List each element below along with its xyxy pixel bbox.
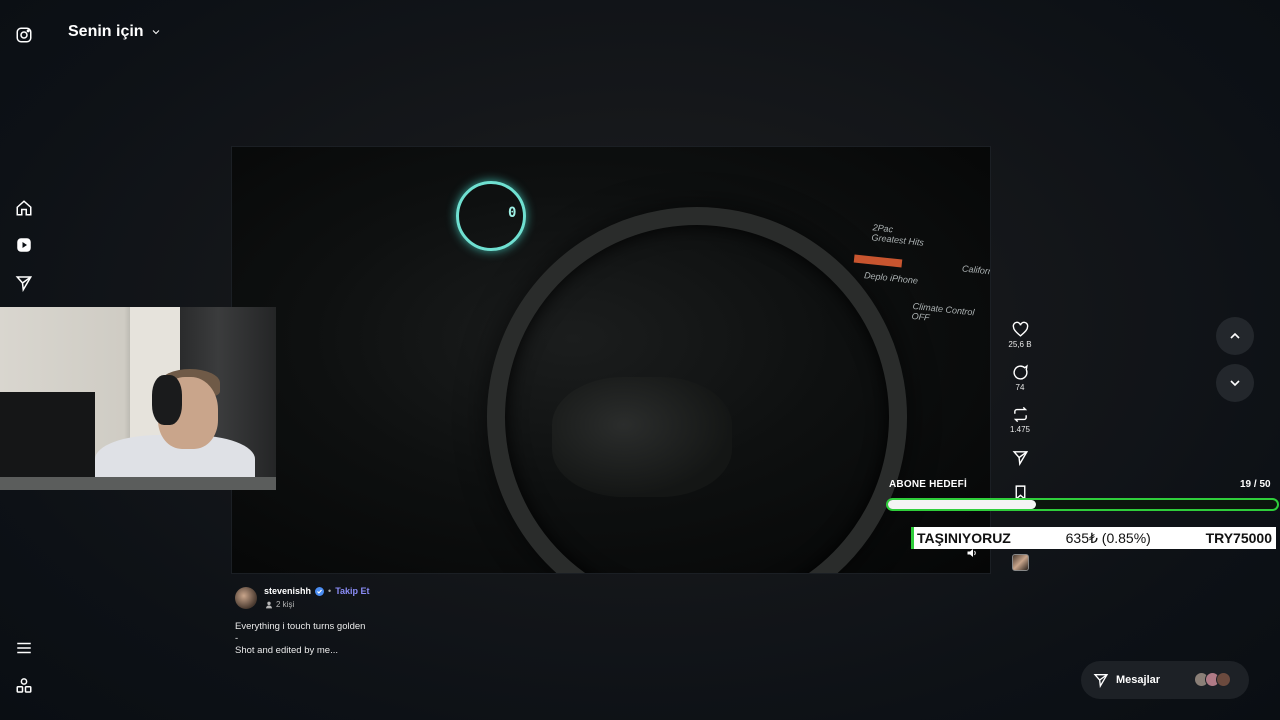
audio-avatar[interactable] — [1012, 554, 1029, 571]
separator-dot: • — [328, 586, 332, 596]
person-icon — [266, 601, 272, 608]
share-button[interactable] — [1006, 449, 1034, 466]
chevron-down-icon — [152, 30, 159, 35]
send-icon — [1012, 451, 1028, 466]
apps-icon[interactable] — [15, 677, 33, 695]
verified-badge-icon — [315, 586, 325, 596]
goal-progress-fill — [888, 500, 1036, 509]
chevron-up-icon — [1230, 332, 1240, 339]
donation-ticker: TAŞINIYORUZ 635₺ (0.85%) TRY75000 — [911, 527, 1276, 549]
caption-line: Everything i touch turns golden — [235, 621, 366, 632]
comment-icon — [1012, 364, 1028, 380]
messages-label: Mesajlar — [1116, 674, 1161, 686]
instagram-logo-icon[interactable] — [14, 25, 34, 45]
menu-icon[interactable] — [15, 639, 33, 657]
message-avatars — [1194, 672, 1231, 687]
goal-title: ABONE HEDEFİ — [889, 479, 967, 490]
send-icon — [1093, 674, 1109, 688]
home-icon[interactable] — [14, 198, 34, 218]
send-icon[interactable] — [14, 273, 34, 293]
viewer-count: 2 kişi — [265, 600, 294, 609]
steering-hub-visual — [552, 377, 732, 497]
comment-count: 74 — [1015, 383, 1025, 392]
infotainment-climate: Climate Control OFF — [911, 300, 975, 323]
repost-button[interactable]: 1.475 — [1006, 406, 1034, 434]
post-caption: Everything i touch turns golden - Shot a… — [235, 621, 365, 657]
author-name[interactable]: stevenishh — [264, 586, 311, 596]
author-avatar[interactable] — [235, 587, 257, 609]
volume-bar-visual — [853, 254, 903, 268]
goal-count: 19 / 50 — [1240, 479, 1271, 490]
ticker-left: TAŞINIYORUZ — [917, 530, 1011, 546]
previous-reel-button[interactable] — [1216, 317, 1254, 355]
steering-wheel-visual — [453, 173, 941, 573]
chevron-down-icon — [1230, 380, 1240, 387]
repost-icon — [1013, 406, 1027, 423]
infotainment-right: Californ — [961, 263, 991, 277]
comment-button[interactable]: 74 — [1006, 364, 1034, 392]
ticker-middle: 635₺ (0.85%) — [1065, 529, 1151, 546]
caption-line: Shot and edited by me... — [235, 645, 338, 656]
infotainment-device: Deplo iPhone — [863, 270, 919, 286]
feed-selector[interactable]: Senin için — [68, 23, 162, 41]
feed-title: Senin için — [68, 23, 144, 40]
author-row: stevenishh • Takip Et — [264, 586, 370, 596]
infotainment-track: 2Pac Greatest Hits — [871, 222, 925, 248]
reel-video[interactable]: 0 2Pac Greatest Hits Deplo iPhone Califo… — [231, 146, 991, 574]
streamer-webcam — [0, 307, 276, 490]
ticker-right: TRY75000 — [1205, 530, 1272, 546]
repost-count: 1.475 — [1009, 425, 1031, 434]
reels-icon[interactable] — [14, 235, 34, 255]
goal-progress-bar — [886, 498, 1279, 511]
follow-button[interactable]: Takip Et — [335, 586, 369, 596]
avatar — [1216, 672, 1231, 687]
next-reel-button[interactable] — [1216, 364, 1254, 402]
messages-button[interactable]: Mesajlar — [1081, 661, 1249, 699]
caption-line: - — [235, 633, 239, 644]
like-count: 25,6 B — [1008, 340, 1032, 349]
speed-readout: 0 — [508, 205, 517, 221]
like-button[interactable]: 25,6 B — [1006, 321, 1034, 349]
heart-icon — [1012, 321, 1028, 337]
viewer-count-label: 2 kişi — [276, 600, 295, 609]
